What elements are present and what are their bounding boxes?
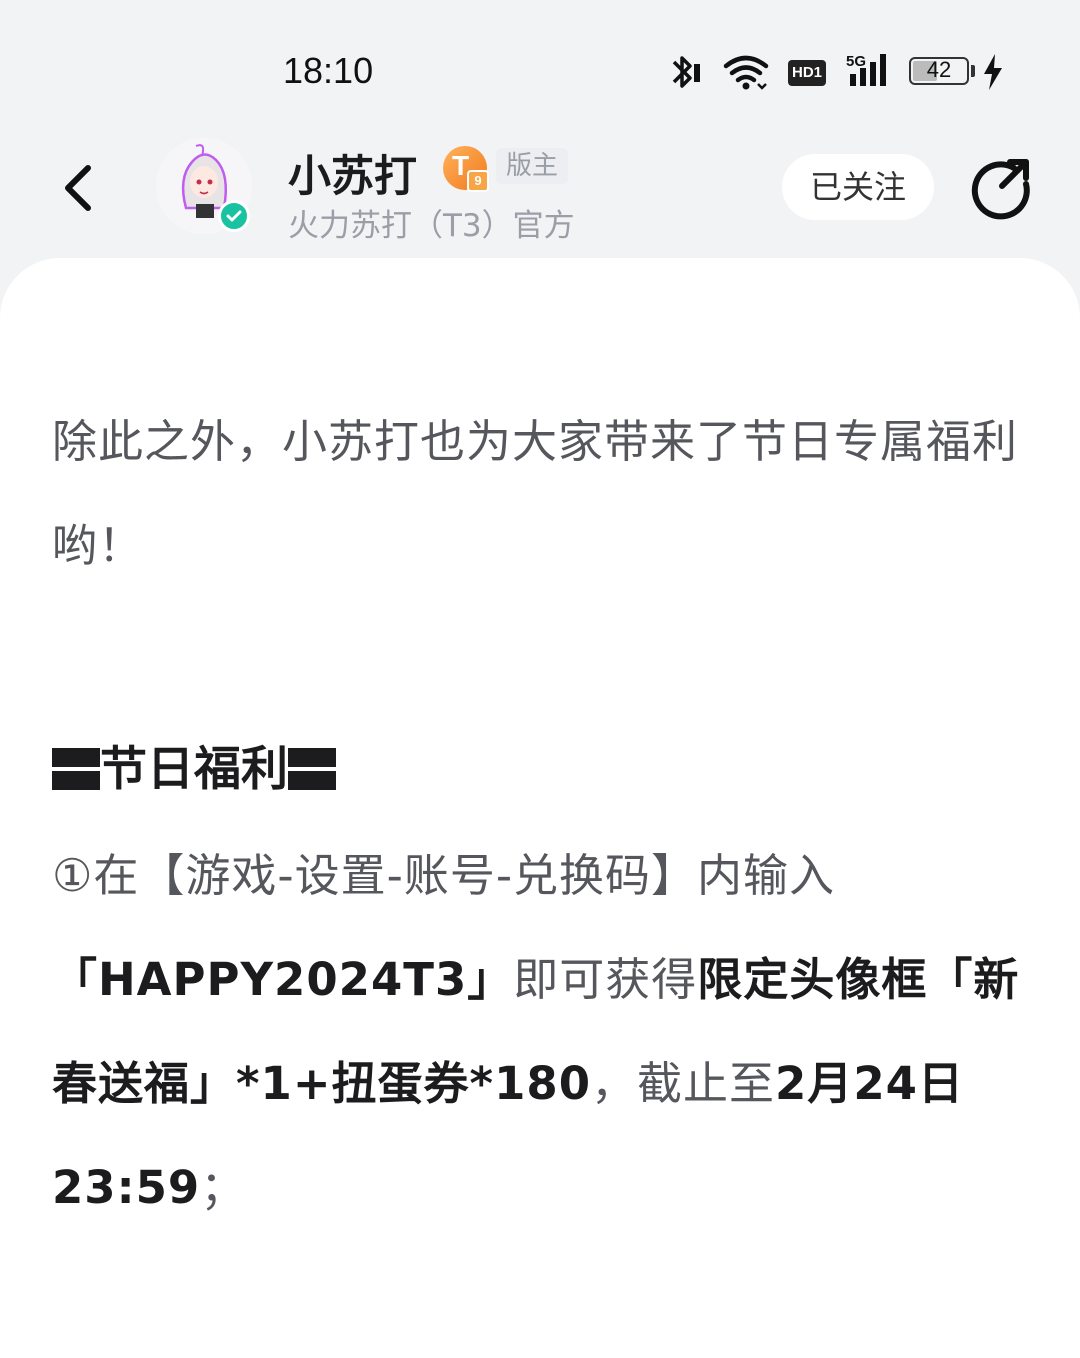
post-paragraph: 除此之外，小苏打也为大家带来了节日专属福利哟！ <box>52 415 1019 572</box>
svg-text:5G: 5G <box>846 53 866 70</box>
share-button[interactable] <box>968 154 1034 220</box>
battery-tip <box>971 65 975 77</box>
bluetooth-icon <box>666 52 702 96</box>
battery-icon: 42 <box>909 57 969 85</box>
verified-icon <box>218 200 250 232</box>
redeem-code[interactable]: 「HAPPY2024T3」 <box>52 953 513 1006</box>
deadline-label: ，截止至 <box>591 1057 776 1110</box>
post-paragraph: ①在【游戏-设置-账号-兑换码】内输入「HAPPY2024T3」即可获得限定头像… <box>52 824 1042 1240</box>
paragraph-end: ； <box>200 1161 247 1214</box>
back-icon <box>65 165 91 211</box>
charging-icon <box>982 54 1004 94</box>
section-title: 节日福利 <box>52 718 336 822</box>
signal-5g-icon: 5G <box>846 52 896 92</box>
wifi-icon <box>722 52 770 96</box>
status-bar: 18:10 HD1 5G 42 <box>0 0 1080 130</box>
author-subtitle: 火力苏打（T3）官方 <box>288 208 575 244</box>
redeem-instruction: ①在【游戏-设置-账号-兑换码】内输入 <box>52 849 836 902</box>
share-icon <box>971 159 1030 220</box>
author-name[interactable]: 小苏打 <box>288 142 417 204</box>
section-bars-icon <box>52 746 100 792</box>
section-title-text: 节日福利 <box>100 742 288 797</box>
battery-level: 42 <box>926 57 952 82</box>
level-badge: T 9 <box>443 146 489 192</box>
post-header: 小苏打 T 9 版主 火力苏打（T3）官方 已关注 <box>0 130 1080 260</box>
level-badge-number: 9 <box>467 170 489 192</box>
redeem-text: 即可获得 <box>513 953 698 1006</box>
section-bars-icon <box>288 746 336 792</box>
role-tag: 版主 <box>496 148 569 184</box>
hd-icon: HD1 <box>788 60 826 86</box>
back-button[interactable] <box>52 158 112 218</box>
follow-button[interactable]: 已关注 <box>782 154 934 220</box>
post-content-card: 除此之外，小苏打也为大家带来了节日专属福利哟！ 节日福利 ①在【游戏-设置-账号… <box>0 258 1080 1358</box>
status-time: 18:10 <box>283 50 374 91</box>
